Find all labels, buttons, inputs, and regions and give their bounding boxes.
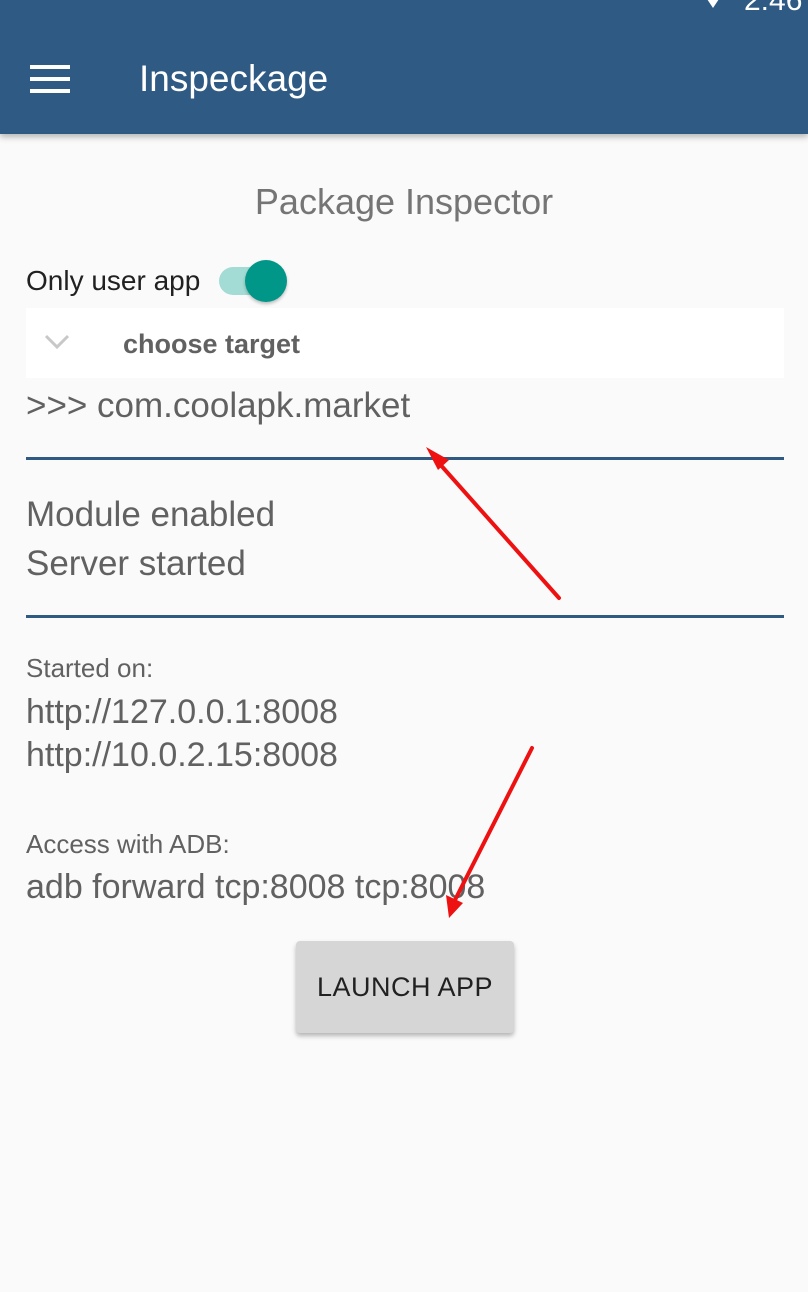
server-url-localhost: http://127.0.0.1:8008: [26, 693, 338, 731]
divider: [26, 457, 784, 460]
target-spinner-value: choose target: [123, 329, 301, 359]
inspeckage-screen: 2:46 Inspeckage Package Inspector Only u…: [0, 0, 808, 1292]
status-module-enabled: Module enabled: [26, 495, 276, 534]
adb-access-label: Access with ADB:: [26, 829, 230, 859]
app-bar: 2:46 Inspeckage: [0, 0, 808, 134]
switch-thumb: [245, 260, 287, 302]
wifi-icon: [707, 0, 719, 8]
only-user-app-label: Only user app: [26, 265, 201, 296]
chevron-down-icon: [44, 334, 70, 350]
app-title: Inspeckage: [139, 58, 329, 99]
only-user-app-switch[interactable]: [219, 260, 289, 302]
server-url-device: http://10.0.2.15:8008: [26, 736, 338, 774]
status-server-started: Server started: [26, 544, 246, 583]
target-spinner[interactable]: choose target: [26, 308, 784, 378]
section-title: Package Inspector: [254, 181, 554, 222]
divider: [26, 615, 784, 618]
launch-app-button[interactable]: LAUNCH APP: [296, 941, 514, 1033]
hamburger-menu-button[interactable]: [20, 52, 80, 106]
adb-forward-command: adb forward tcp:8008 tcp:8008: [26, 868, 486, 906]
selected-package: >>> com.coolapk.market: [26, 386, 411, 425]
red-arrow-annotation: [426, 447, 561, 600]
status-time: 2:46: [744, 0, 803, 17]
hamburger-menu-icon: [30, 65, 70, 93]
started-on-label: Started on:: [26, 653, 154, 683]
